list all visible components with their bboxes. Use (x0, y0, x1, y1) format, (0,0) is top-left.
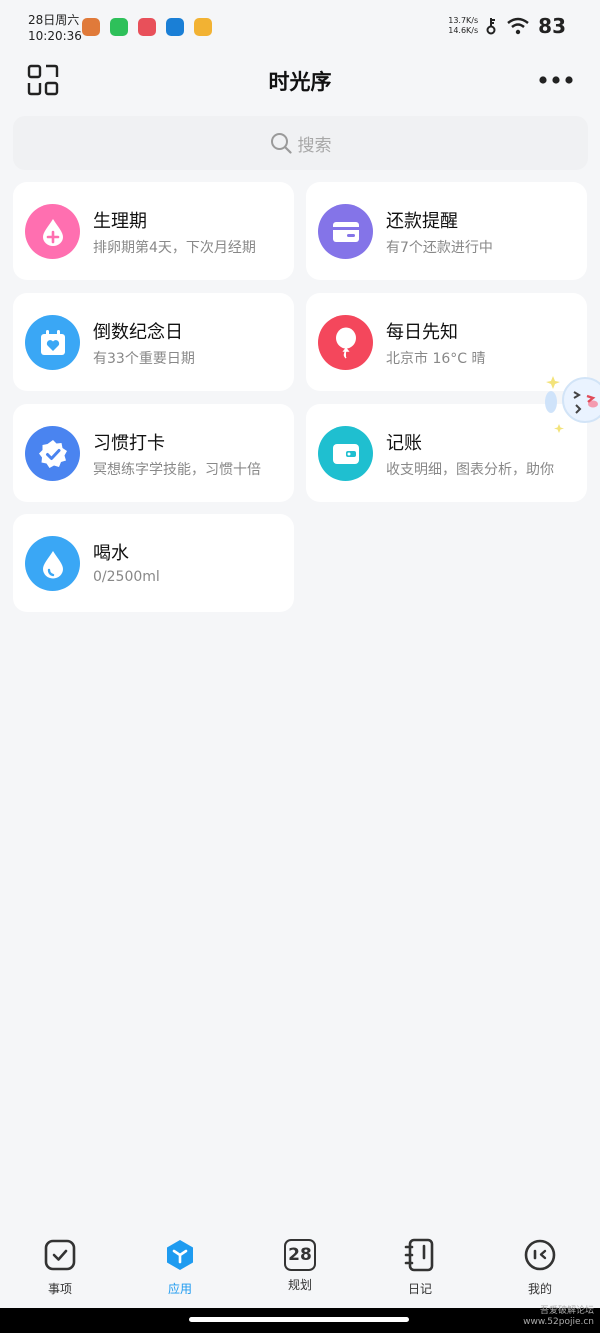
card-habit[interactable]: 习惯打卡 冥想练字学技能，习惯十倍 (13, 404, 294, 502)
key-icon (486, 18, 496, 35)
period-icon (25, 204, 80, 259)
card-drink-water[interactable]: 喝水 0/2500ml (13, 514, 294, 612)
badge-check-icon (25, 426, 80, 481)
watermark-line1: 吾爱破解论坛 (539, 1306, 594, 1316)
search-icon (270, 133, 292, 154)
calendar-heart-icon (25, 315, 80, 370)
card-subtitle: 收支明细，图表分析，助你 (386, 462, 554, 478)
calendar-day: 28 (288, 1245, 312, 1265)
tab-label: 日记 (407, 1282, 432, 1296)
app-notification-icon (194, 18, 212, 36)
floating-mascot[interactable] (543, 362, 600, 434)
tab-label: 我的 (527, 1282, 552, 1296)
notebook-icon (404, 1238, 434, 1272)
app-notification-icon (138, 18, 156, 36)
apps-hexagon-icon (167, 1240, 193, 1270)
wifi-icon (507, 17, 529, 35)
tab-diary[interactable]: 日记 (380, 1238, 460, 1297)
card-title: 喝水 (93, 543, 129, 564)
tab-label: 规划 (287, 1278, 312, 1292)
status-right: 13.7K/s 14.6K/s 83 (448, 14, 566, 38)
credit-card-icon (318, 204, 373, 259)
speed-up: 13.7K/s (448, 16, 479, 25)
card-countdown[interactable]: 倒数纪念日 有33个重要日期 (13, 293, 294, 391)
water-drop-icon (25, 536, 80, 591)
app-notification-icon (82, 18, 100, 36)
tab-apps[interactable]: 应用 (140, 1238, 220, 1297)
app-header: 时光序 (0, 56, 600, 106)
card-subtitle: 0/2500ml (93, 569, 160, 585)
notification-icons (82, 18, 212, 36)
card-subtitle: 排卵期第4天，下次月经期 (93, 240, 256, 256)
tab-plan[interactable]: 28 规划 (260, 1238, 340, 1293)
speed-down: 14.6K/s (448, 26, 479, 35)
search-bar[interactable]: 搜索 (13, 116, 588, 170)
card-title: 每日先知 (386, 322, 458, 343)
card-period[interactable]: 生理期 排卵期第4天，下次月经期 (13, 182, 294, 280)
system-home-area (0, 1308, 600, 1333)
card-title: 倒数纪念日 (93, 322, 183, 343)
wallet-icon (318, 426, 373, 481)
watermark: 吾爱破解论坛 www.52pojie.cn (523, 1306, 594, 1328)
watermark-line2: www.52pojie.cn (523, 1317, 594, 1327)
search-placeholder: 搜索 (297, 135, 332, 156)
more-icon[interactable] (538, 72, 574, 88)
card-subtitle: 有7个还款进行中 (386, 240, 493, 256)
wechat-icon (110, 18, 128, 36)
status-date: 28日周六 (28, 13, 80, 27)
balloon-icon (318, 315, 373, 370)
card-subtitle: 冥想练字学技能，习惯十倍 (93, 462, 261, 478)
app-notification-icon (166, 18, 184, 36)
calendar-icon: 28 (283, 1238, 317, 1272)
tab-label: 事项 (47, 1282, 72, 1296)
home-indicator[interactable] (189, 1317, 409, 1322)
card-title: 记账 (386, 433, 422, 454)
card-title: 还款提醒 (386, 211, 458, 232)
tab-profile[interactable]: 我的 (500, 1238, 580, 1297)
tab-todo[interactable]: 事项 (20, 1238, 100, 1297)
status-time: 10:20:36 (28, 29, 82, 43)
checkbox-icon (44, 1239, 76, 1271)
tab-label: 应用 (167, 1282, 192, 1296)
network-speed: 13.7K/s 14.6K/s (448, 16, 478, 36)
card-title: 生理期 (93, 211, 147, 232)
card-subtitle: 有33个重要日期 (93, 351, 195, 367)
card-title: 习惯打卡 (93, 433, 165, 454)
battery-level: 83 (538, 14, 566, 38)
bottom-navigation: 事项 应用 28 规划 日记 我的 (0, 1228, 600, 1308)
status-bar: 28日周六 10:20:36 13.7K/s 14.6K/s 83 (0, 0, 600, 52)
page-title: 时光序 (268, 70, 332, 94)
status-datetime: 28日周六 10:20:36 (28, 12, 82, 44)
card-repayment[interactable]: 还款提醒 有7个还款进行中 (306, 182, 587, 280)
face-icon (524, 1239, 556, 1271)
